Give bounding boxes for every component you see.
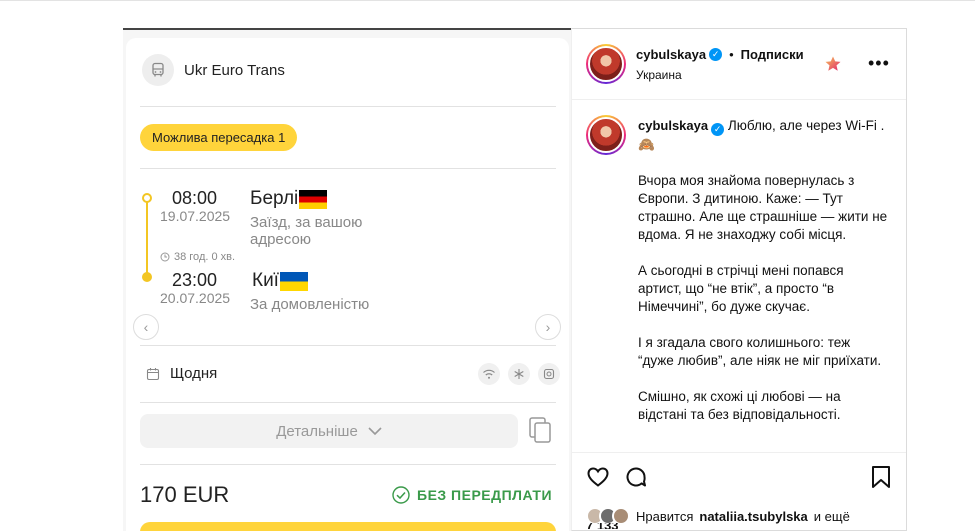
bookmark-icon[interactable] [870, 465, 892, 489]
caption-paragraph: І я згадала свого колишнього: теж “дуже … [638, 335, 882, 368]
calendar-icon [146, 367, 160, 380]
schedule-row: Щодня [146, 365, 217, 382]
snowflake-icon [508, 363, 530, 385]
divider [140, 168, 556, 169]
arrival-time: 23:00 [172, 270, 218, 290]
transfer-badge: Можлива пересадка 1 [140, 124, 298, 151]
caption: cybulskaya ✓ Люблю, але через Wi-Fi .🙈 Вч… [638, 117, 888, 442]
clock-icon [160, 252, 170, 262]
comment-icon[interactable] [624, 465, 648, 489]
chevron-down-icon [368, 426, 382, 435]
caption-paragraph: Вчора моя знайома повернулась з Європи. … [638, 173, 888, 242]
next-arrow-icon[interactable]: › [535, 314, 561, 340]
post-details-panel: cybulskaya ✓ • Подписки Украина ••• cybu… [571, 28, 907, 531]
post-image[interactable]: Ukr Euro Trans Можлива пересадка 1 08:00… [123, 28, 571, 531]
carrier-name: Ukr Euro Trans [184, 61, 285, 79]
caption-avatar[interactable] [586, 115, 626, 155]
arrival-dot [142, 272, 152, 282]
divider [140, 402, 556, 403]
departure-date: 19.07.2025 [160, 208, 231, 224]
header-user-row: cybulskaya ✓ • Подписки [636, 47, 804, 62]
details-button[interactable]: Детальніше [140, 414, 518, 448]
wifi-icon [478, 363, 500, 385]
action-bar [586, 465, 648, 489]
avatar-photo [588, 117, 624, 153]
germany-flag-icon [299, 189, 328, 209]
route-line [146, 198, 148, 278]
departure-dot [142, 193, 152, 203]
prev-arrow-icon[interactable]: ‹ [133, 314, 159, 340]
likes-count[interactable]: 7 133 [586, 523, 619, 529]
arrival-address: За домовленістю [250, 296, 370, 313]
no-prepay-label: БЕЗ ПЕРЕДПЛАТИ [392, 486, 552, 504]
likes-row: Нравится nataliia.tsubylska и ещё 7 133 [586, 507, 850, 529]
avatar-photo [588, 46, 624, 82]
divider [140, 345, 556, 346]
arrival-city: Киї [252, 270, 308, 292]
verified-badge-icon: ✓ [711, 123, 725, 136]
caption-paragraph: Смішно, як схожі ці любові — на відстані… [638, 389, 841, 422]
divider [140, 106, 556, 107]
carrier-row: Ukr Euro Trans [142, 54, 285, 86]
caption-area[interactable]: cybulskaya ✓ Люблю, але через Wi-Fi .🙈 Вч… [572, 101, 906, 453]
amenities [478, 363, 560, 385]
copy-icon[interactable] [528, 416, 552, 444]
arrival-city-name: Киї [252, 270, 279, 291]
likes-suffix: и ещё [813, 508, 850, 524]
departure-address: Заїзд, за вашою адресою [250, 214, 363, 248]
departure-city-name: Берлі [250, 188, 299, 209]
separator-dot: • [729, 47, 734, 62]
arrival-date: 20.07.2025 [160, 290, 231, 306]
top-divider [0, 0, 975, 1]
book-button[interactable] [140, 522, 556, 531]
divider [140, 464, 556, 465]
post-header: cybulskaya ✓ • Подписки Украина ••• [572, 29, 906, 100]
departure-time: 08:00 [172, 188, 218, 208]
no-prepay-text: БЕЗ ПЕРЕДПЛАТИ [417, 487, 553, 503]
verified-badge-icon: ✓ [709, 48, 723, 61]
price: 170 EUR [140, 482, 230, 507]
more-options-icon[interactable]: ••• [868, 53, 890, 74]
caption-username[interactable]: cybulskaya [638, 118, 708, 133]
bus-icon [142, 54, 174, 86]
following-button[interactable]: Подписки [741, 47, 804, 62]
ticket-card: Ukr Euro Trans Можлива пересадка 1 08:00… [126, 38, 569, 531]
instagram-post-view: Ukr Euro Trans Можлива пересадка 1 08:00… [0, 0, 975, 531]
avatar[interactable] [586, 44, 626, 84]
likes-user[interactable]: nataliia.tsubylska [699, 509, 807, 524]
duration: 38 год. 0 хв. [160, 251, 235, 263]
star-icon [825, 56, 841, 71]
check-circle-icon [392, 486, 410, 504]
departure-city: Берлі [250, 188, 328, 210]
details-label: Детальніше [276, 422, 358, 440]
location-link[interactable]: Украина [636, 68, 682, 82]
schedule-text: Щодня [170, 365, 218, 382]
outlet-icon [538, 363, 560, 385]
like-heart-icon[interactable] [586, 465, 610, 489]
username[interactable]: cybulskaya [636, 47, 706, 62]
likes-prefix: Нравится [636, 508, 694, 524]
ukraine-flag-icon [279, 271, 308, 291]
duration-text: 38 год. 0 хв. [174, 251, 236, 263]
caption-paragraph: А сьогодні в стрічці мені попався артист… [638, 263, 844, 314]
